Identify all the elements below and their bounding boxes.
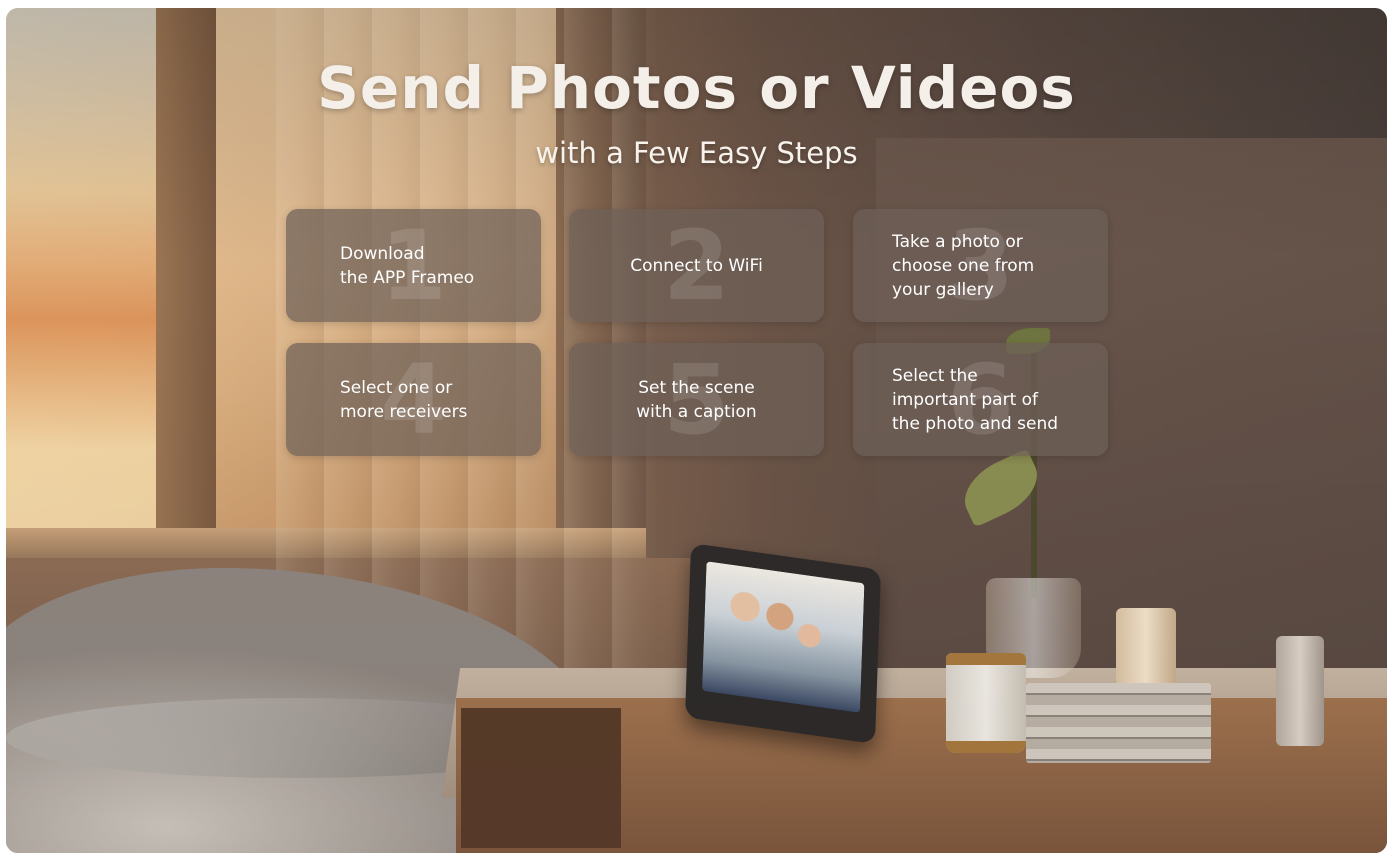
step-card-1: 1 Download the APP Frameo [286,209,541,322]
step-card-6: 6 Select the important part of the photo… [853,343,1108,456]
step-text: Set the scene with a caption [636,377,757,422]
step-text: Connect to WiFi [630,255,763,276]
step-text: Select one or more receivers [340,377,468,422]
step-card-2: 2 Connect to WiFi [569,209,824,322]
page-title: Send Photos or Videos [317,54,1076,122]
step-text: Download the APP Frameo [340,243,475,288]
step-card-3: 3 Take a photo or choose one from your g… [853,209,1108,322]
step-text: Take a photo or choose one from your gal… [892,231,1035,300]
step-card-5: 5 Set the scene with a caption [569,343,824,456]
page-subtitle: with a Few Easy Steps [535,136,858,170]
step-text: Select the important part of the photo a… [892,365,1059,434]
hero-banner: Send Photos or Videos with a Few Easy St… [6,8,1387,853]
step-card-4: 4 Select one or more receivers [286,343,541,456]
